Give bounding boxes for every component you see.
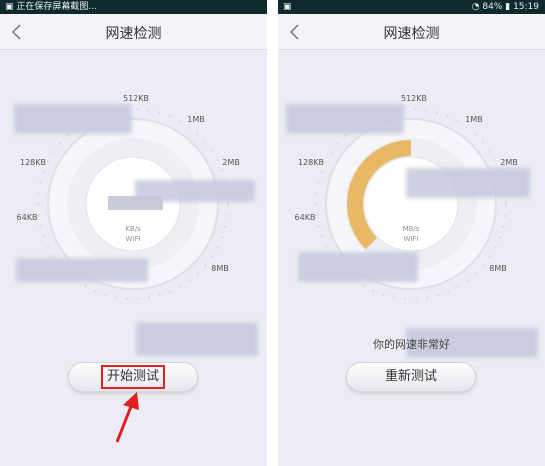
network-type: WIFI [125,235,140,243]
scale-label-2mb: 2MB [500,158,517,167]
retest-label: 重新测试 [384,369,437,384]
battery-percent: 84% [482,2,503,12]
scale-label-2mb: 2MB [222,158,239,167]
scale-label-1mb: 1MB [187,115,204,124]
right-screen: ▣ ◔ 84% ▮ 15:19 网速检测 MB/s WIFI 512KB 1MB… [278,0,545,466]
blurred-area [406,168,530,198]
left-screen: ▣ 正在保存屏幕截图... 网速检测 KB/s WIFI 512KB 1MB 2… [0,0,267,466]
scale-label-128kb: 128KB [298,158,324,167]
scale-label-128kb: 128KB [20,158,46,167]
status-bar: ▣ 正在保存屏幕截图... [0,0,267,14]
start-test-label: 开始测试 [100,365,165,389]
scale-label-8mb: 8MB [211,264,228,273]
scale-label-1mb: 1MB [465,115,482,124]
screenshot-icon: ▣ [5,2,17,12]
title-bar: 网速检测 [278,14,545,50]
scale-label-512kb: 512KB [123,94,149,103]
retest-button[interactable]: 重新测试 [346,362,476,392]
blurred-area [16,258,148,282]
scale-label-512kb: 512KB [401,94,427,103]
result-message: 你的网速非常好 [373,338,450,351]
status-time: 15:19 [513,2,539,12]
blurred-area [298,252,418,282]
blurred-area [135,180,255,202]
blurred-area [136,322,258,356]
picture-icon: ▣ [283,2,292,12]
status-text: 正在保存屏幕截图... [16,2,97,12]
blurred-area [14,104,132,134]
scale-label-8mb: 8MB [489,264,506,273]
scale-label-64kb: 64KB [295,213,316,222]
speed-gauge: MB/s WIFI 512KB 1MB 2MB 128KB 64KB 8MB [278,50,545,360]
blurred-area [286,104,404,134]
pointer-arrow-icon [115,392,139,443]
scale-label-64kb: 64KB [17,213,38,222]
title-bar: 网速检测 [0,14,267,50]
network-type: WIFI [403,235,418,243]
speed-gauge: KB/s WIFI 512KB 1MB 2MB 128KB 64KB 8MB [0,50,267,360]
wifi-icon: ◔ [471,2,483,12]
speed-unit: MB/s [403,225,420,233]
page-title: 网速检测 [105,26,162,42]
status-bar: ▣ ◔ 84% ▮ 15:19 [278,0,545,14]
page-title: 网速检测 [383,26,440,42]
battery-icon: ▮ [505,2,514,12]
speed-unit: KB/s [125,225,141,233]
